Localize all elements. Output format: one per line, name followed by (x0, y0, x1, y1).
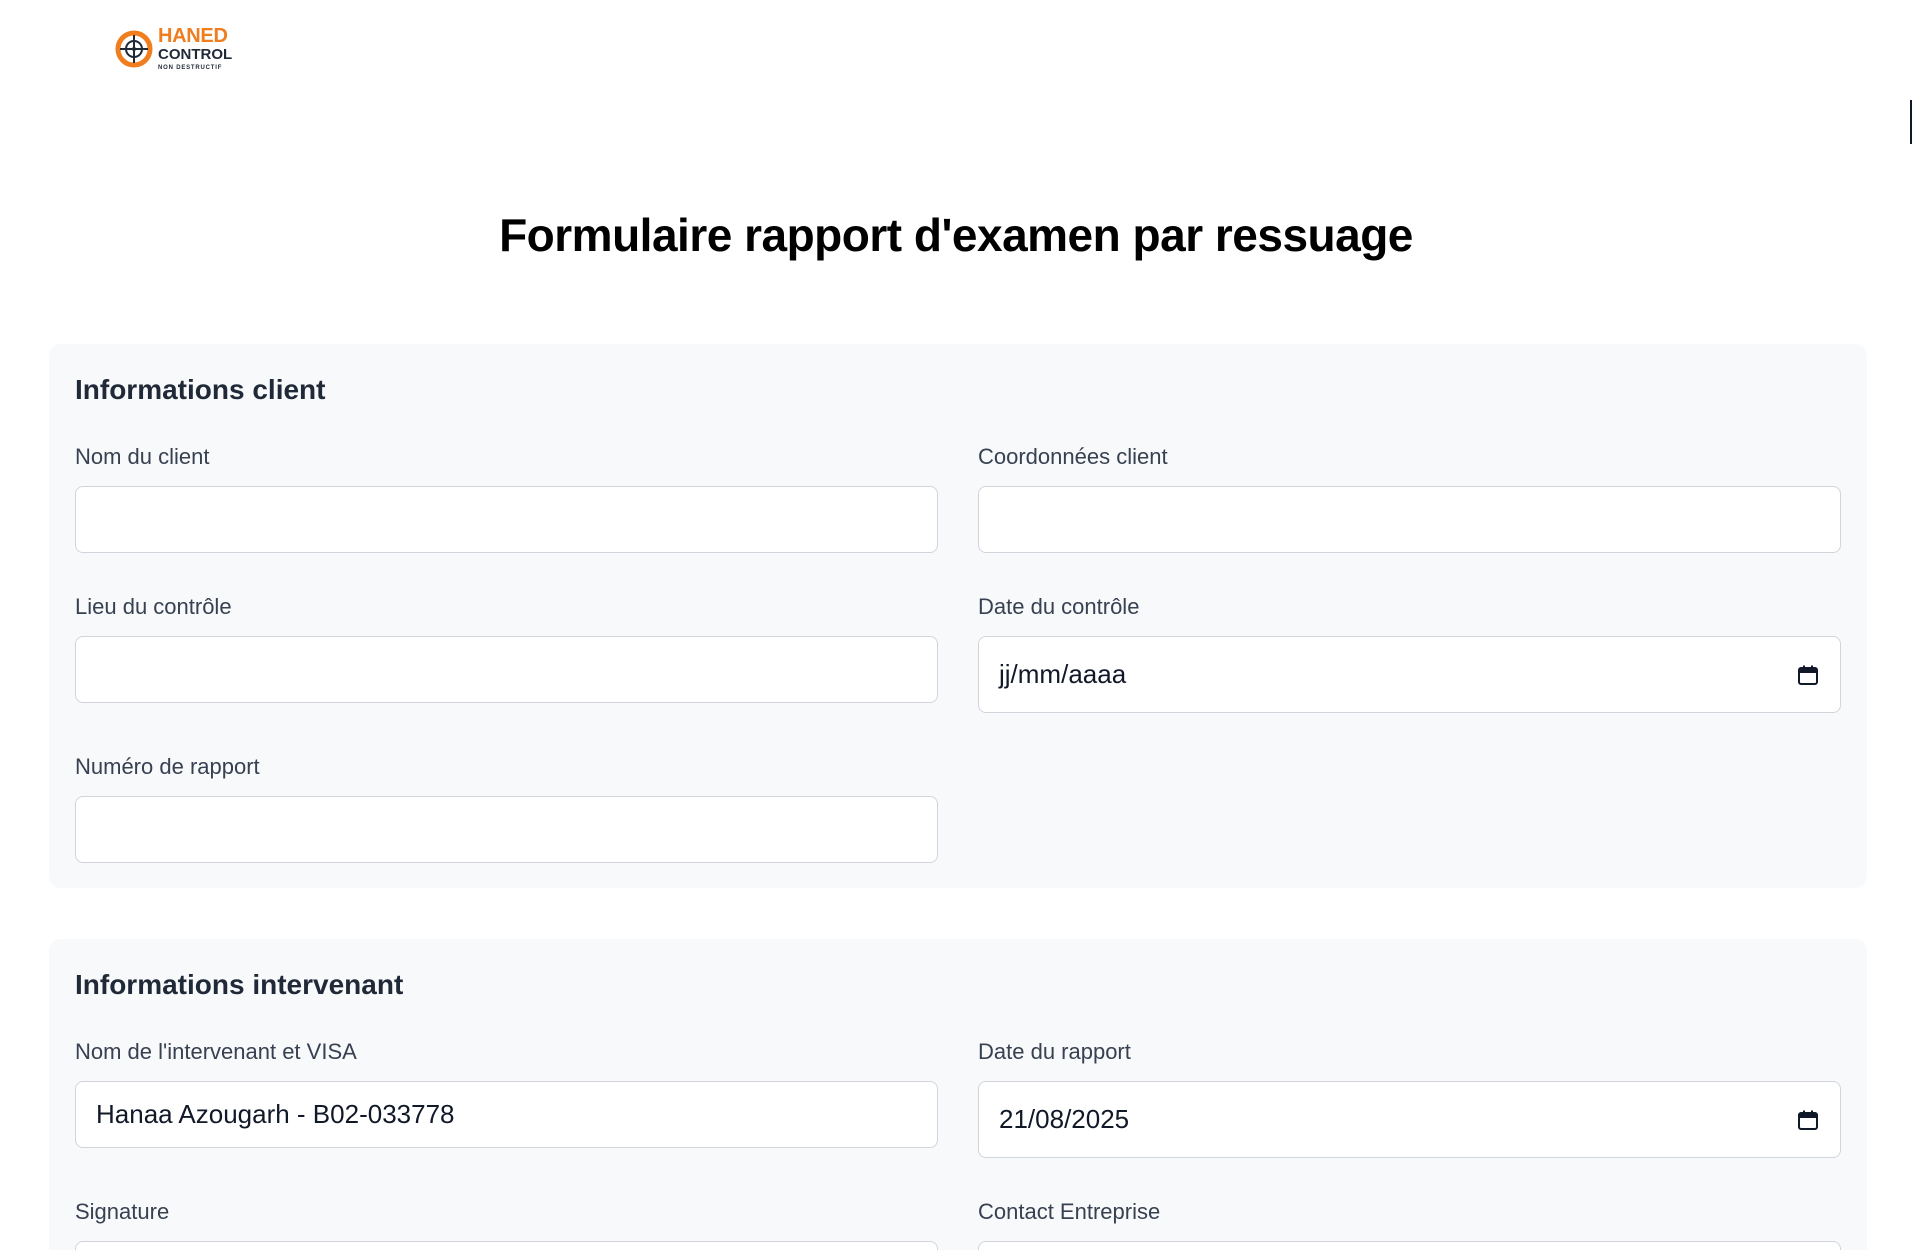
date-controle-label: Date du contrôle (978, 594, 1140, 619)
logo-line-control: CONTROL (158, 46, 233, 63)
lieu-controle-label: Lieu du contrôle (75, 594, 232, 619)
nom-intervenant-input[interactable]: Hanaa Azougarh - B02-033778 (75, 1081, 938, 1148)
intervenant-info-card: Informations intervenant Nom de l'interv… (49, 939, 1867, 1250)
date-controle-field-group: Date du contrôle jj/mm/aaaa (978, 592, 1841, 713)
contact-entreprise-label: Contact Entreprise (978, 1199, 1161, 1224)
signature-field-group: Signature (75, 1197, 938, 1250)
lieu-controle-field-group: Lieu du contrôle (75, 592, 938, 703)
nom-client-field-group: Nom du client (75, 442, 938, 553)
logo-line-subtitle: NON DESTRUCTIF (158, 65, 223, 71)
date-rapport-field-group: Date du rapport 21/08/2025 (978, 1037, 1841, 1158)
coordonnees-client-input[interactable] (978, 486, 1841, 553)
company-logo: HANED CONTROL NON DESTRUCTIF (114, 26, 232, 71)
nom-intervenant-label: Nom de l'intervenant et VISA (75, 1039, 357, 1064)
date-controle-value: jj/mm/aaaa (999, 659, 1127, 689)
calendar-icon[interactable] (1796, 1108, 1820, 1132)
date-rapport-input[interactable]: 21/08/2025 (978, 1081, 1841, 1158)
signature-label: Signature (75, 1199, 170, 1224)
logo-line-haned: HANED (158, 25, 228, 47)
calendar-icon[interactable] (1796, 663, 1820, 687)
date-rapport-label: Date du rapport (978, 1039, 1131, 1064)
numero-rapport-input[interactable] (75, 796, 938, 863)
lieu-controle-input[interactable] (75, 636, 938, 703)
contact-entreprise-field-group: Contact Entreprise (978, 1197, 1841, 1250)
numero-rapport-label: Numéro de rapport (75, 754, 260, 779)
client-info-card: Informations client Nom du client Coordo… (49, 344, 1867, 888)
coordonnees-client-label: Coordonnées client (978, 444, 1168, 469)
date-controle-input[interactable]: jj/mm/aaaa (978, 636, 1841, 713)
date-rapport-value: 21/08/2025 (999, 1104, 1130, 1134)
page-title: Formulaire rapport d'examen par ressuage (499, 209, 1413, 261)
logo-text: HANED CONTROL NON DESTRUCTIF (158, 26, 232, 71)
intervenant-section-title: Informations intervenant (75, 969, 404, 1000)
client-section-title: Informations client (75, 374, 326, 405)
nom-client-label: Nom du client (75, 444, 210, 469)
contact-entreprise-input[interactable] (978, 1241, 1841, 1250)
page: HANED CONTROL NON DESTRUCTIF Formulaire … (0, 0, 1912, 1250)
numero-rapport-field-group: Numéro de rapport (75, 752, 938, 863)
coordonnees-client-field-group: Coordonnées client (978, 442, 1841, 553)
crosshair-logo-icon (115, 30, 153, 67)
nom-intervenant-field-group: Nom de l'intervenant et VISA Hanaa Azoug… (75, 1037, 938, 1148)
nom-client-input[interactable] (75, 486, 938, 553)
signature-input[interactable] (75, 1241, 938, 1250)
